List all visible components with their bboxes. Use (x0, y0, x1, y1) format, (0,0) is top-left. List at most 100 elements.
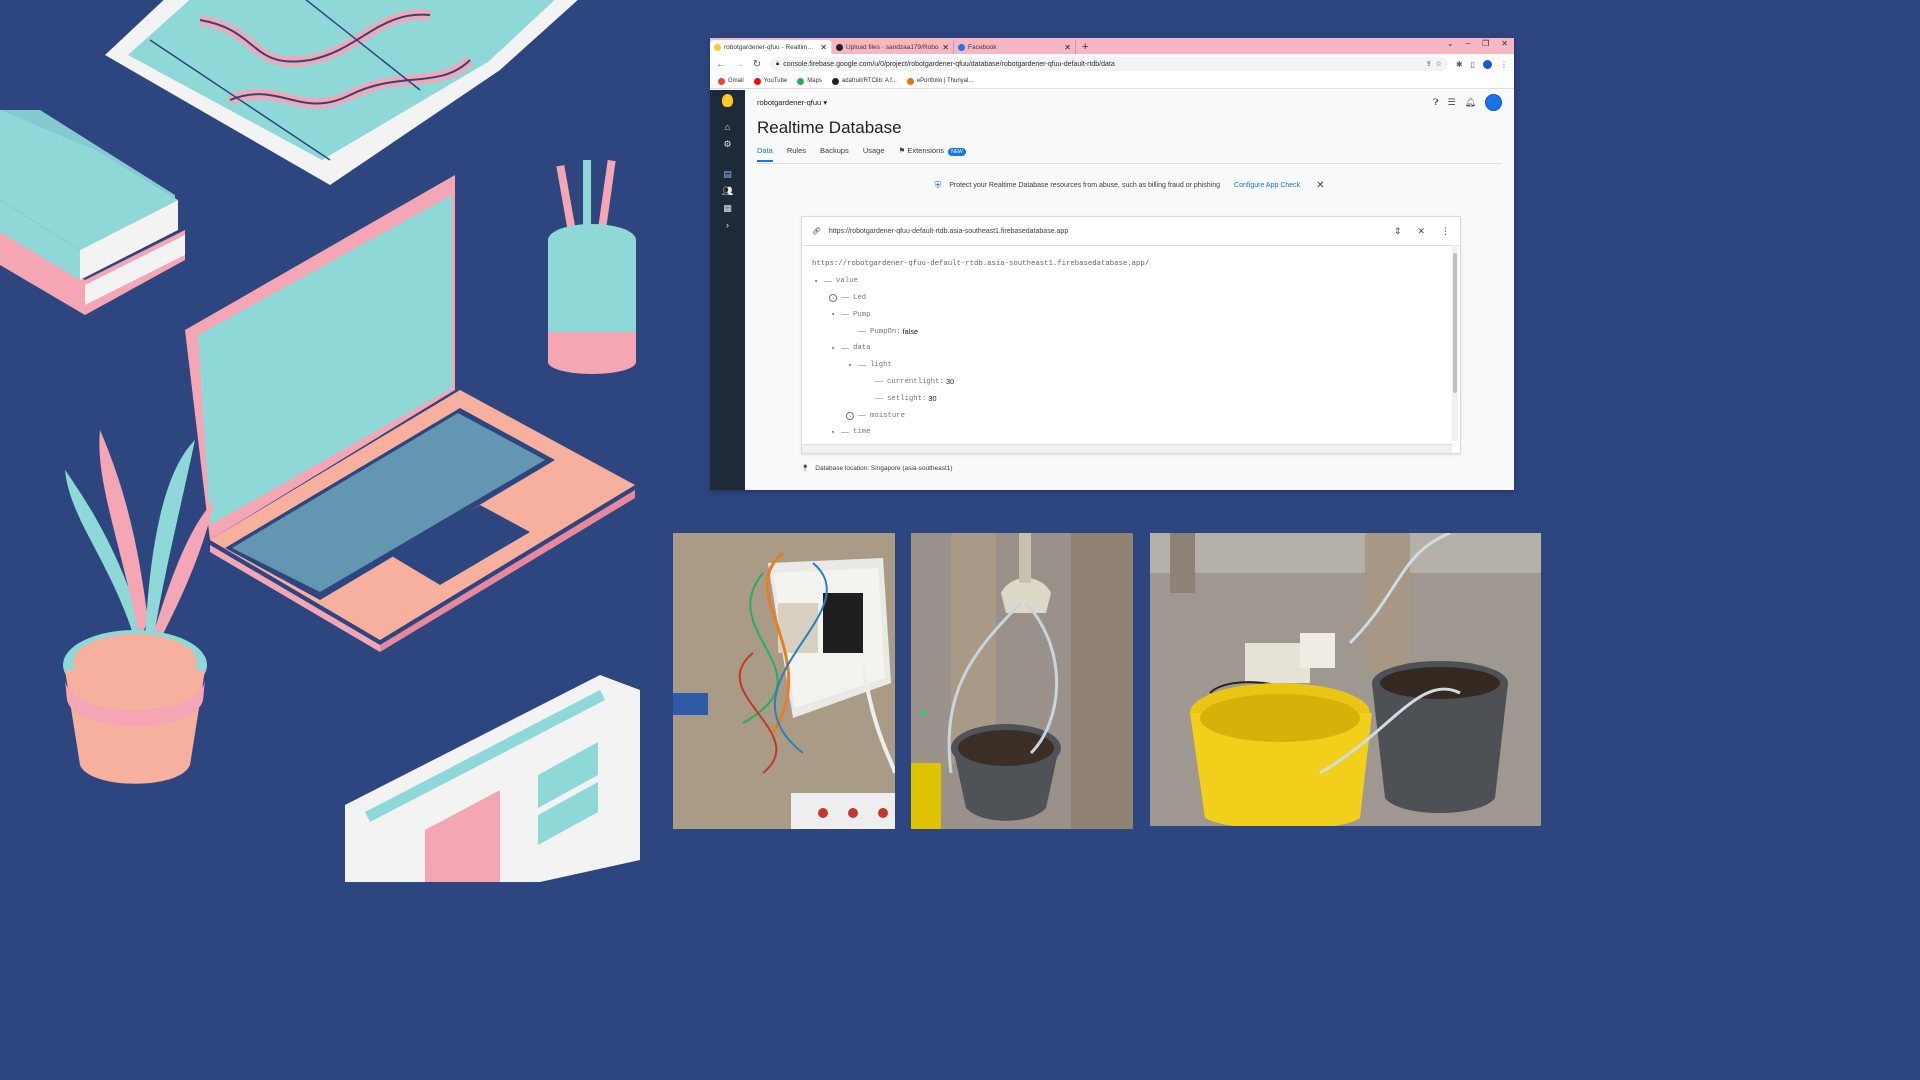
all-products-icon[interactable]: ▦ (723, 203, 732, 213)
tree-connector (841, 297, 849, 299)
forward-icon[interactable]: → (734, 59, 744, 70)
more-options-icon[interactable]: ⋮ (1441, 226, 1450, 237)
collapse-node-icon[interactable]: ▾ (829, 429, 837, 436)
tab-title: Upload files · sandzaa179/Robo (846, 43, 939, 51)
vertical-scrollbar[interactable] (1452, 245, 1458, 441)
tab-title: robotgardener-qfuu - Realtime D (724, 43, 818, 51)
tree-connector (875, 381, 883, 383)
tree-connector (824, 280, 832, 282)
collapse-node-icon[interactable]: ▾ (812, 278, 820, 285)
close-tab-icon[interactable]: ✕ (942, 43, 949, 52)
database-url[interactable]: https://robotgardener-qfuu-default-rtdb.… (829, 228, 1068, 235)
tab-data[interactable]: Data (757, 146, 773, 162)
browser-tab-github[interactable]: Upload files · sandzaa179/Robo ✕ (832, 40, 954, 54)
pencil-cup-illustration (548, 159, 636, 374)
gmail-icon (718, 77, 725, 85)
address-bar[interactable]: 🔒︎ console.firebase.google.com/u/0/proje… (770, 57, 1448, 71)
bookmark-youtube[interactable]: YouTube (753, 77, 788, 85)
tree-node[interactable]: › moisture (812, 407, 1450, 424)
expand-node-icon[interactable]: › (846, 411, 854, 420)
expand-chevron-icon[interactable]: › (726, 220, 729, 230)
collapse-node-icon[interactable]: ▾ (829, 311, 837, 318)
close-banner-icon[interactable]: ✕ (1316, 180, 1324, 191)
browser-tab-firebase[interactable]: robotgardener-qfuu - Realtime D ✕ (710, 40, 832, 54)
database-location-text: Database location: Singapore (asia-south… (815, 464, 953, 472)
tree-root-url[interactable]: https://robotgardener-qfuu-default-rtdb.… (812, 256, 1450, 273)
firebase-nav-rail: ⌂ ⚙ ▤ 👥︎ ▦ › (710, 90, 745, 490)
close-tab-icon[interactable]: ✕ (820, 43, 827, 52)
horizontal-scrollbar[interactable] (802, 444, 1452, 453)
tree-connector (841, 314, 849, 316)
users-icon[interactable]: 👥︎ (722, 186, 733, 196)
database-icon[interactable]: ▤ (723, 169, 732, 179)
tree-node[interactable]: ▾ Pump (812, 306, 1450, 323)
tree-connector (858, 364, 866, 366)
settings-gear-icon[interactable]: ⚙ (723, 139, 731, 149)
database-tree: https://robotgardener-qfuu-default-rtdb.… (802, 246, 1460, 462)
project-selector[interactable]: robotgardener-qfuu ▾ (757, 98, 827, 107)
maximize-icon[interactable]: ❐ (1482, 39, 1489, 48)
tree-connector (841, 431, 849, 433)
browser-menu-icon[interactable]: ⋮ (1500, 60, 1508, 69)
tab-backups[interactable]: Backups (820, 146, 849, 160)
tab-rules[interactable]: Rules (787, 146, 806, 160)
new-tab-button[interactable]: + (1082, 40, 1088, 54)
tab-search-icon[interactable]: ⌄ (1447, 39, 1454, 48)
bookmark-eportfolio[interactable]: ePortfolio | Thunyal... (906, 77, 973, 85)
bookmark-label: YouTube (763, 78, 788, 84)
tree-node[interactable]: ▾ time (812, 424, 1450, 441)
tab-extensions[interactable]: ⚑ Extensions NEW (899, 146, 966, 160)
home-icon[interactable]: ⌂ (725, 122, 730, 132)
banner-text: Protect your Realtime Database resources… (949, 181, 1221, 189)
extensions-icon[interactable]: ✱ (1456, 60, 1463, 69)
tree-connector (858, 415, 866, 417)
tree-node[interactable]: PumpOn: false (812, 323, 1450, 340)
expand-all-icon[interactable]: ⇕ (1394, 226, 1402, 237)
node-key: currentlight: (887, 377, 944, 386)
github-icon (831, 77, 839, 85)
close-tab-icon[interactable]: ✕ (1064, 43, 1071, 52)
collapse-all-icon[interactable]: ✕ (1417, 226, 1425, 237)
release-notes-icon[interactable]: ☰ (1447, 97, 1455, 108)
bookmark-label: Maps (807, 78, 822, 84)
bookmark-label: Gmail (728, 78, 744, 84)
share-icon[interactable]: ⇪ (1426, 60, 1432, 68)
expand-node-icon[interactable]: › (829, 293, 837, 302)
collapse-node-icon[interactable]: ▾ (829, 345, 837, 352)
tab-usage[interactable]: Usage (863, 146, 885, 160)
bookmark-star-icon[interactable]: ☆ (1436, 60, 1442, 68)
back-icon[interactable]: ← (716, 59, 726, 70)
browser-tab-facebook[interactable]: Facebook ✕ (954, 40, 1076, 54)
extensions-icon: ⚑ (898, 146, 906, 155)
reload-icon[interactable]: ↻ (752, 59, 762, 70)
account-avatar[interactable] (1485, 93, 1502, 111)
tree-node[interactable]: › Led (812, 290, 1450, 307)
bookmark-rtclib[interactable]: adafruit/RTClib: A f... (831, 77, 897, 85)
tree-connector (858, 331, 866, 333)
dropdown-arrow-icon: ▾ (823, 97, 828, 107)
collapse-node-icon[interactable]: ▾ (846, 362, 854, 369)
help-icon[interactable]: ❓︎ (1433, 97, 1438, 108)
shield-icon: ⛨ (934, 179, 942, 190)
tree-node[interactable]: ▾ light (812, 357, 1450, 374)
minimize-icon[interactable]: – (1466, 39, 1470, 48)
firebase-logo-icon[interactable] (722, 94, 733, 107)
link-icon: 🔗︎ (812, 228, 821, 235)
profile-avatar[interactable] (1483, 59, 1492, 69)
bookmark-gmail[interactable]: Gmail (718, 77, 744, 85)
tree-node[interactable]: setlight: 30 (812, 390, 1450, 407)
configure-app-check-link[interactable]: Configure App Check (1234, 182, 1300, 189)
node-value[interactable]: 30 (928, 394, 936, 403)
notifications-bell-icon[interactable]: 🔔︎ (1465, 97, 1476, 108)
side-panel-icon[interactable]: ▯ (1471, 60, 1475, 69)
bookmark-maps[interactable]: Maps (797, 77, 822, 85)
node-key: PumpOn: (870, 327, 901, 336)
close-window-icon[interactable]: ✕ (1501, 39, 1508, 48)
photo-plant-pot-with-lamp (911, 533, 1133, 829)
node-value[interactable]: false (903, 327, 918, 336)
tree-node[interactable]: ▾ value (812, 273, 1450, 290)
tree-node[interactable]: currentlight: 30 (812, 374, 1450, 391)
firebase-icon (714, 43, 721, 51)
node-value[interactable]: 30 (946, 377, 954, 386)
tree-node[interactable]: ▾ data (812, 340, 1450, 357)
